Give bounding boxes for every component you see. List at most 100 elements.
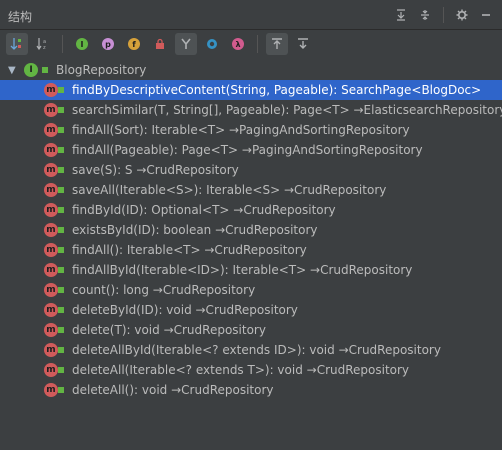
lock-icon (58, 367, 64, 373)
header-divider (443, 7, 444, 23)
member-signature: existsById(ID): boolean →CrudRepository (72, 223, 318, 237)
expand-all-icon[interactable] (391, 6, 411, 24)
method-icon: m (44, 223, 58, 237)
member-icons: m (44, 183, 68, 197)
lambda-icon[interactable]: λ (227, 33, 249, 55)
tree-member-row[interactable]: m delete(T): void →CrudRepository (0, 320, 502, 340)
member-icons: m (44, 343, 68, 357)
toolbar-divider-2 (257, 35, 258, 53)
member-signature: deleteAll(Iterable<? extends T>): void →… (72, 363, 410, 377)
tree-member-row[interactable]: m saveAll(Iterable<S>): Iterable<S> →Crud… (0, 180, 502, 200)
member-signature: searchSimilar(T, String[], Pageable): Pa… (72, 103, 502, 117)
method-icon: m (44, 123, 58, 137)
sort-by-visibility-icon[interactable] (6, 33, 28, 55)
member-signature: deleteAllById(Iterable<? extends ID>): v… (72, 343, 441, 357)
lock-icon (58, 387, 64, 393)
member-list: m findByDescriptiveContent(String, Pageab… (0, 80, 502, 400)
show-properties-icon[interactable]: p (97, 33, 119, 55)
lock-icon (58, 147, 64, 153)
method-icon: m (44, 363, 58, 377)
method-icon: m (44, 303, 58, 317)
show-anonymous-icon[interactable] (201, 33, 223, 55)
lock-icon (58, 307, 64, 313)
member-signature: findAll(Sort): Iterable<T> →PagingAndSor… (72, 123, 410, 137)
tree-member-row[interactable]: m count(): long →CrudRepository (0, 280, 502, 300)
show-lambdas-icon[interactable] (175, 33, 197, 55)
show-inherited-icon[interactable]: I (71, 33, 93, 55)
lock-icon (58, 287, 64, 293)
member-signature: saveAll(Iterable<S>): Iterable<S> →CrudR… (72, 183, 387, 197)
method-icon: m (44, 343, 58, 357)
method-icon: m (44, 163, 58, 177)
method-icon: m (44, 83, 58, 97)
member-icons: m (44, 83, 68, 97)
tree-member-row[interactable]: m deleteAllById(Iterable<? extends ID>): … (0, 340, 502, 360)
root-label: BlogRepository (56, 63, 147, 77)
show-non-public-icon[interactable] (149, 33, 171, 55)
member-signature: findById(ID): Optional<T> →CrudRepositor… (72, 203, 336, 217)
tree-member-row[interactable]: m save(S): S →CrudRepository (0, 160, 502, 180)
member-signature: delete(T): void →CrudRepository (72, 323, 266, 337)
toolbar-divider (62, 35, 63, 53)
tree-member-row[interactable]: m findAll(Sort): Iterable<T> →PagingAndSo… (0, 120, 502, 140)
method-icon: m (44, 243, 58, 257)
member-icons: m (44, 263, 68, 277)
method-icon: m (44, 383, 58, 397)
lock-icon (58, 347, 64, 353)
chevron-down-icon[interactable]: ▼ (8, 65, 20, 76)
show-fields-icon[interactable]: f (123, 33, 145, 55)
lock-icon (58, 107, 64, 113)
method-icon: m (44, 103, 58, 117)
minimize-icon[interactable] (476, 6, 496, 24)
method-icon: m (44, 143, 58, 157)
lock-icon (42, 67, 48, 73)
structure-tree: ▼ I BlogRepository m findByDescriptiveCon… (0, 60, 502, 400)
tree-member-row[interactable]: m deleteAll(Iterable<? extends T>): void … (0, 360, 502, 380)
interface-icon: I (24, 63, 38, 77)
autoscroll-to-source-icon[interactable] (266, 33, 288, 55)
lock-icon (58, 247, 64, 253)
lock-icon (58, 327, 64, 333)
tree-member-row[interactable]: m findByDescriptiveContent(String, Pageab… (0, 80, 502, 100)
member-signature: findAllById(Iterable<ID>): Iterable<T> →… (72, 263, 413, 277)
lock-icon (58, 267, 64, 273)
structure-toolbar: az I p f λ (0, 30, 502, 58)
member-signature: findByDescriptiveContent(String, Pageabl… (72, 83, 482, 97)
method-icon: m (44, 323, 58, 337)
sort-alphabetically-icon[interactable]: az (32, 33, 54, 55)
panel-header-actions (391, 6, 496, 24)
tree-member-row[interactable]: m findAllById(Iterable<ID>): Iterable<T> … (0, 260, 502, 280)
lock-icon (58, 127, 64, 133)
svg-text:z: z (43, 45, 46, 51)
autoscroll-from-source-icon[interactable] (292, 33, 314, 55)
gear-icon[interactable] (452, 6, 472, 24)
tree-member-row[interactable]: m existsById(ID): boolean →CrudRepository (0, 220, 502, 240)
panel-title: 结构 (8, 10, 33, 24)
member-icons: m (44, 283, 68, 297)
tree-member-row[interactable]: m findAll(): Iterable<T> →CrudRepository (0, 240, 502, 260)
member-signature: deleteById(ID): void →CrudRepository (72, 303, 298, 317)
method-icon: m (44, 283, 58, 297)
panel-header: 结构 (0, 0, 502, 30)
member-icons: m (44, 383, 68, 397)
collapse-all-icon[interactable] (415, 6, 435, 24)
tree-member-row[interactable]: m deleteById(ID): void →CrudRepository (0, 300, 502, 320)
tree-root[interactable]: ▼ I BlogRepository (0, 60, 502, 80)
member-signature: save(S): S →CrudRepository (72, 163, 239, 177)
method-icon: m (44, 203, 58, 217)
lock-icon (58, 187, 64, 193)
lock-icon (58, 227, 64, 233)
tree-member-row[interactable]: m searchSimilar(T, String[], Pageable): P… (0, 100, 502, 120)
member-icons: m (44, 203, 68, 217)
member-icons: m (44, 123, 68, 137)
tree-member-row[interactable]: m deleteAll(): void →CrudRepository (0, 380, 502, 400)
member-icons: m (44, 303, 68, 317)
member-signature: count(): long →CrudRepository (72, 283, 256, 297)
member-signature: deleteAll(): void →CrudRepository (72, 383, 274, 397)
member-icons: m (44, 103, 68, 117)
member-icons: m (44, 223, 68, 237)
lock-icon (58, 167, 64, 173)
tree-member-row[interactable]: m findAll(Pageable): Page<T> →PagingAndSo… (0, 140, 502, 160)
method-icon: m (44, 183, 58, 197)
tree-member-row[interactable]: m findById(ID): Optional<T> →CrudReposito… (0, 200, 502, 220)
